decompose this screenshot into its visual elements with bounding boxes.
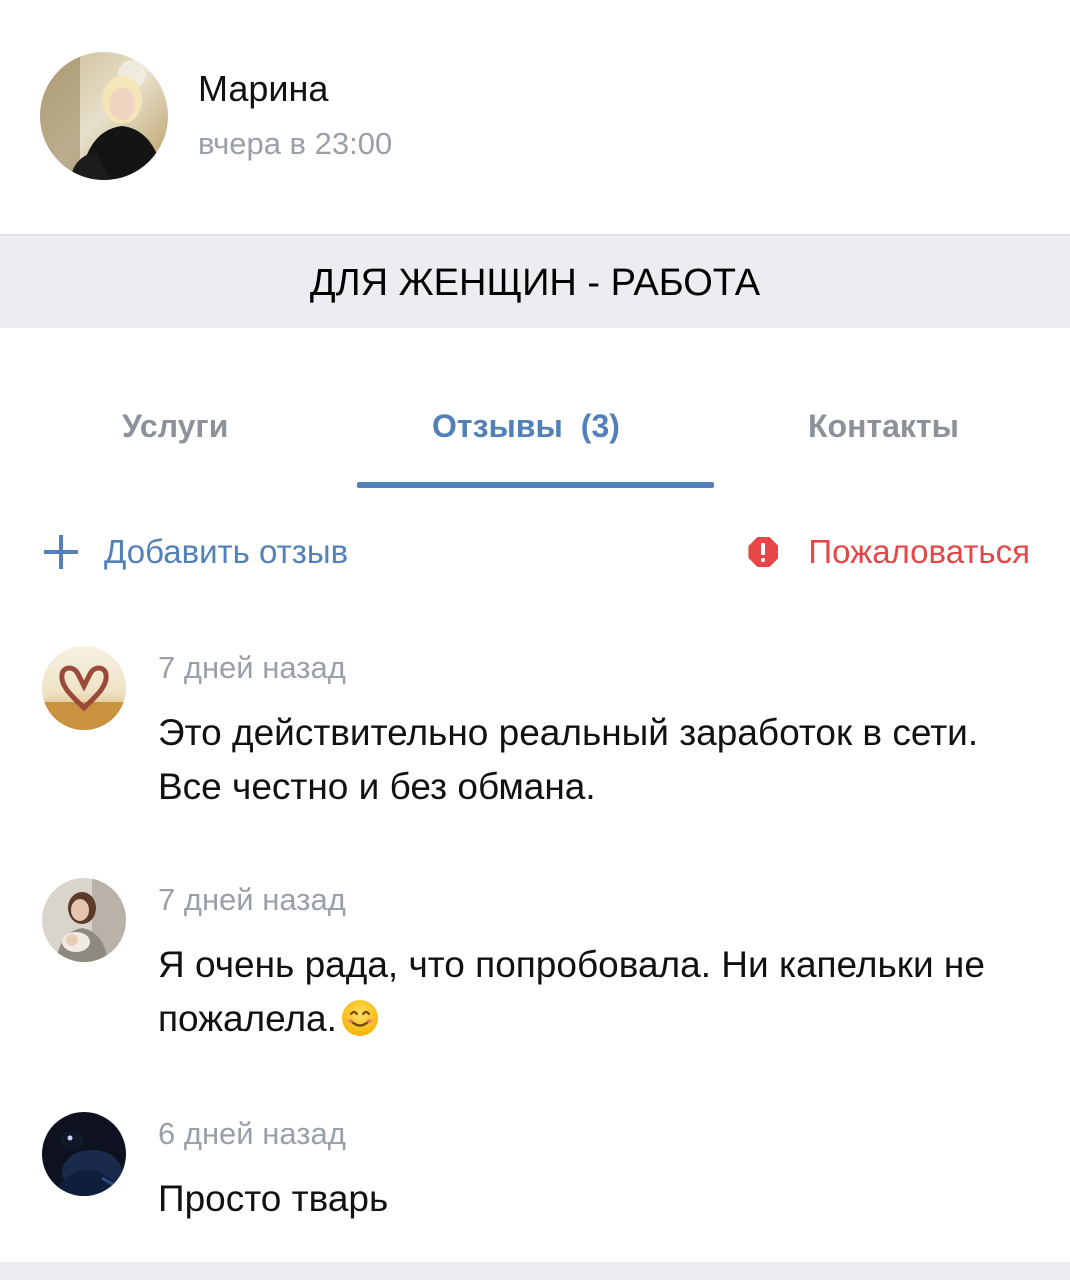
reviewer-avatar[interactable] <box>42 878 126 962</box>
warning-icon <box>748 537 779 567</box>
review-date: 6 дней назад <box>158 1116 346 1151</box>
post-header: Марина вчера в 23:00 <box>0 0 1070 234</box>
heart-hands-avatar-image <box>42 646 126 730</box>
review-text: Я очень рада, что попробовала. Ни капель… <box>158 944 985 1039</box>
woman-with-baby-avatar-image <box>42 878 126 962</box>
author-avatar[interactable] <box>40 52 168 180</box>
author-name[interactable]: Марина <box>198 68 328 110</box>
plus-icon <box>44 535 78 569</box>
add-review-button[interactable]: Добавить отзыв <box>44 530 348 574</box>
reviewer-avatar[interactable] <box>42 1112 126 1196</box>
dark-figure-avatar-image <box>42 1112 126 1196</box>
tabs-bar: Услуги Отзывы (3) Контакты <box>0 328 1070 490</box>
add-review-label: Добавить отзыв <box>104 533 349 570</box>
tab-reviews-count: (3) <box>580 408 620 444</box>
group-title: ДЛЯ ЖЕНЩИН - РАБОТА <box>309 262 761 304</box>
smiling-face-emoji-icon <box>341 1000 378 1036</box>
review-date: 7 дней назад <box>158 882 346 917</box>
review-text: Просто тварь <box>158 1178 389 1219</box>
report-button[interactable]: Пожаловаться <box>748 530 1030 574</box>
review-date: 7 дней назад <box>158 650 346 685</box>
tab-services[interactable]: Услуги <box>122 408 228 445</box>
bottom-divider <box>0 1262 1070 1280</box>
review-text: Это действительно реальный заработок в с… <box>158 712 979 807</box>
tab-reviews-label: Отзывы <box>432 408 563 444</box>
reviewer-avatar[interactable] <box>42 646 126 730</box>
tab-contacts[interactable]: Контакты <box>808 408 959 445</box>
review-text-wrapper: Я очень рада, что попробовала. Ни капель… <box>158 938 1038 1046</box>
post-timestamp[interactable]: вчера в 23:00 <box>198 126 392 162</box>
author-avatar-image <box>40 52 168 180</box>
active-tab-indicator <box>357 482 714 488</box>
tab-reviews[interactable]: Отзывы (3) <box>432 408 620 445</box>
group-title-band: ДЛЯ ЖЕНЩИН - РАБОТА <box>0 234 1070 328</box>
report-label: Пожаловаться <box>808 533 1030 570</box>
